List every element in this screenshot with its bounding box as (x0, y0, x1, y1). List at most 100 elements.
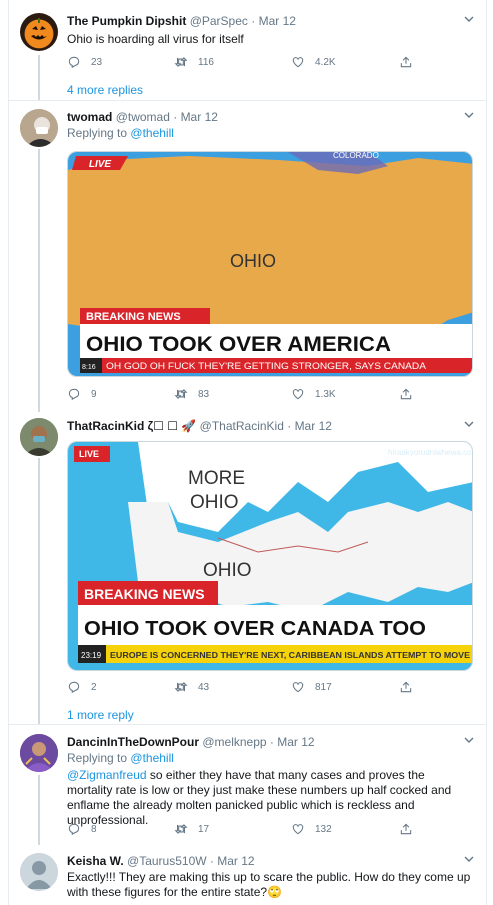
reply-icon (68, 823, 80, 836)
ticker-text: EUROPE IS CONCERNED THEY'RE NEXT, CARIBB… (110, 651, 471, 660)
tweet-actions: 8 17 132 (67, 822, 467, 838)
map-label: OHIO (230, 251, 276, 271)
ohio-canada-meme-graphic: hiraakyorudniwhewa.com LIVE MORE OHIO OH… (68, 442, 472, 670)
reply-button[interactable]: 2 (67, 680, 97, 694)
tweet-date[interactable]: · Mar 12 (287, 419, 332, 433)
tweet-media-image[interactable]: COLORADO OHIO LIVE BREAKING NEWS OHIO TO… (67, 151, 473, 377)
avatar[interactable] (20, 418, 58, 456)
replying-prefix: Replying to (67, 126, 128, 140)
like-button[interactable]: 132 (291, 822, 332, 836)
user-handle[interactable]: @Taurus510W (127, 854, 207, 868)
tweet-2[interactable]: twomad @twomad · Mar 12 Replying to @the… (9, 101, 486, 412)
share-button[interactable] (399, 680, 413, 694)
tweet-4[interactable]: DancinInTheDownPour @melknepp · Mar 12 R… (9, 725, 486, 845)
retweet-button[interactable]: 83 (174, 387, 209, 401)
map-label: OHIO (203, 560, 252, 581)
tweet-5[interactable]: Keisha W. @Taurus510W · Mar 12 Exactly!!… (9, 845, 486, 905)
reply-button[interactable]: 8 (67, 822, 97, 836)
reply-icon (68, 56, 80, 69)
tweet-header: The Pumpkin Dipshit @ParSpec · Mar 12 (67, 14, 296, 28)
tweet-date[interactable]: · Mar 12 (173, 110, 218, 124)
breaking-news-banner: BREAKING NEWS (84, 586, 205, 602)
tweet-header: Keisha W. @Taurus510W · Mar 12 (67, 854, 255, 868)
display-name[interactable]: DancinInTheDownPour (67, 735, 199, 749)
avatar[interactable] (20, 853, 58, 891)
share-icon (400, 681, 412, 693)
mention-link[interactable]: @Zigmanfreud (67, 768, 147, 782)
reply-button[interactable]: 9 (67, 387, 97, 401)
chevron-down-icon[interactable] (464, 854, 474, 867)
ticker-text: OH GOD OH FUCK THEY'RE GETTING STRONGER,… (106, 361, 426, 371)
user-handle[interactable]: @twomad (116, 110, 170, 124)
retweet-icon (174, 389, 188, 399)
chevron-down-icon[interactable] (464, 735, 474, 748)
like-icon (292, 682, 304, 693)
retweet-icon (174, 57, 188, 67)
breaking-news-banner: BREAKING NEWS (86, 311, 181, 323)
chevron-down-icon[interactable] (464, 110, 474, 123)
like-button[interactable]: 4.2K (291, 55, 336, 69)
share-button[interactable] (399, 387, 413, 401)
retweet-button[interactable]: 116 (174, 55, 214, 69)
pumpkin-face-icon (31, 18, 47, 40)
like-icon (292, 824, 304, 835)
share-button[interactable] (399, 55, 413, 69)
tweet-actions: 2 43 817 (67, 680, 467, 696)
display-name[interactable]: ThatRacinKid ζ☐ ☐ 🚀 (67, 419, 196, 433)
tweet-3[interactable]: ThatRacinKid ζ☐ ☐ 🚀 @ThatRacinKid · Mar … (9, 412, 486, 724)
like-button[interactable]: 1.3K (291, 387, 336, 401)
retweet-button[interactable]: 43 (174, 680, 209, 694)
chevron-down-icon[interactable] (464, 14, 474, 27)
like-icon (292, 389, 304, 400)
like-icon (292, 57, 304, 68)
retweet-icon (174, 824, 188, 834)
display-name[interactable]: Keisha W. (67, 854, 124, 868)
reply-button[interactable]: 23 (67, 55, 102, 69)
tweet-date[interactable]: · Mar 12 (270, 735, 315, 749)
live-badge: LIVE (89, 159, 112, 170)
share-icon (400, 823, 412, 835)
tweet-date[interactable]: · Mar 12 (251, 14, 296, 28)
avatar[interactable] (20, 734, 58, 772)
ohio-america-meme-graphic: COLORADO OHIO LIVE BREAKING NEWS OHIO TO… (68, 152, 472, 376)
thread-line (38, 458, 40, 724)
headline: OHIO TOOK OVER AMERICA (86, 333, 391, 356)
user-handle[interactable]: @ParSpec (190, 14, 248, 28)
user-handle[interactable]: @ThatRacinKid (200, 419, 284, 433)
more-replies-link[interactable]: 4 more replies (67, 83, 143, 97)
reply-icon (68, 681, 80, 694)
timeline: The Pumpkin Dipshit @ParSpec · Mar 12 Oh… (8, 0, 487, 905)
headline: OHIO TOOK OVER CANADA TOO (84, 618, 426, 640)
person-photo-icon (20, 734, 58, 772)
tweet-header: ThatRacinKid ζ☐ ☐ 🚀 @ThatRacinKid · Mar … (67, 419, 332, 433)
user-handle[interactable]: @melknepp (202, 735, 266, 749)
map-label-more-ohio: OHIO (190, 492, 239, 513)
tweet-media-image[interactable]: hiraakyorudniwhewa.com LIVE MORE OHIO OH… (67, 441, 473, 671)
default-profile-icon (20, 853, 58, 891)
like-button[interactable]: 817 (291, 680, 332, 694)
replying-to-link[interactable]: @thehill (130, 126, 174, 140)
tweet-actions: 9 83 1.3K (67, 387, 467, 403)
share-icon (400, 388, 412, 400)
display-name[interactable]: twomad (67, 110, 112, 124)
map-label-more: MORE (188, 468, 245, 489)
display-name[interactable]: The Pumpkin Dipshit (67, 14, 186, 28)
clock-time: 8:16 (82, 364, 96, 371)
share-icon (400, 56, 412, 68)
tweet-text: Ohio is hoarding all virus for itself (67, 32, 244, 46)
live-badge: LIVE (79, 449, 99, 459)
avatar[interactable] (20, 109, 58, 147)
person-photo-icon (20, 418, 58, 456)
tweet-1[interactable]: The Pumpkin Dipshit @ParSpec · Mar 12 Oh… (9, 0, 486, 100)
like-count: 132 (315, 823, 332, 835)
share-button[interactable] (399, 822, 413, 836)
more-replies-link[interactable]: 1 more reply (67, 708, 134, 722)
retweet-button[interactable]: 17 (174, 822, 209, 836)
avatar[interactable] (20, 13, 58, 51)
chevron-down-icon[interactable] (464, 419, 474, 432)
tweet-date[interactable]: · Mar 12 (210, 854, 255, 868)
tweet-actions: 23 116 4.2K (67, 55, 467, 71)
thread-line (38, 149, 40, 412)
replying-to-link[interactable]: @thehill (130, 751, 174, 765)
reply-count: 2 (91, 681, 97, 693)
